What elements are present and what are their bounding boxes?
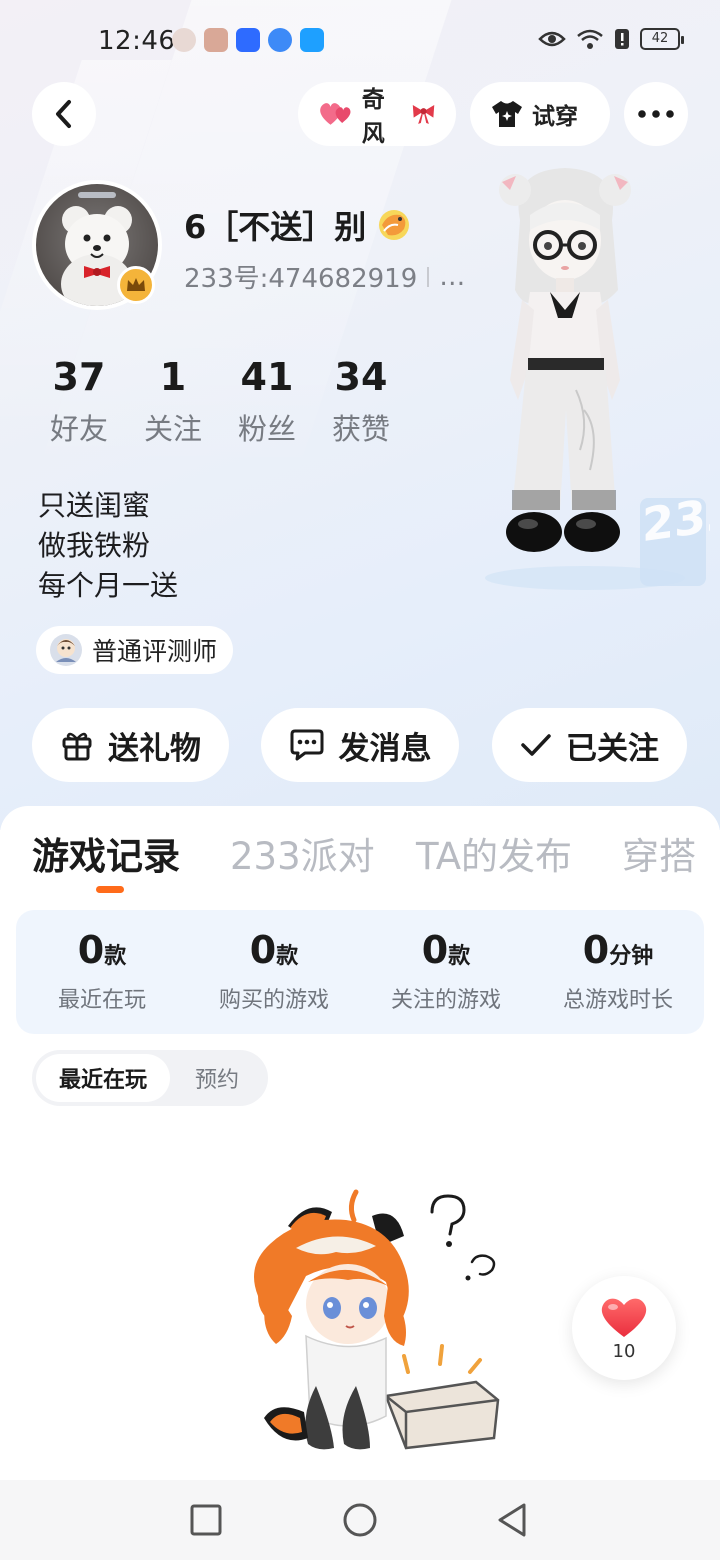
more-button[interactable] — [624, 82, 688, 146]
tshirt-icon — [492, 101, 522, 127]
stat-label: 关注 — [143, 412, 202, 446]
send-gift-button[interactable]: 送礼物 — [32, 708, 229, 782]
reviewer-badge[interactable]: 普通评测师 — [36, 626, 234, 674]
crown-badge — [117, 266, 155, 304]
like-count: 10 — [612, 1340, 636, 1362]
summary-followed[interactable]: 0款 关注的游戏 — [360, 910, 532, 1034]
profile-id-text: 233号:474682919 — [184, 264, 418, 294]
summary-recent[interactable]: 0款 最近在玩 — [16, 910, 188, 1034]
more-icon — [638, 110, 674, 118]
stat-label: 获赞 — [331, 412, 390, 446]
stat-number: 34 — [334, 355, 388, 399]
active-tab-indicator — [96, 886, 124, 893]
notification-icons — [172, 28, 324, 52]
profile-name-text: 6［不送］别 — [184, 208, 367, 246]
shrimp-icon — [379, 210, 410, 240]
stat-number: 37 — [52, 355, 106, 399]
home-icon[interactable] — [342, 1502, 378, 1538]
divider — [427, 266, 430, 287]
wifi-icon — [577, 29, 603, 49]
reviewer-badge-icon — [50, 634, 82, 666]
chat-icon — [290, 729, 323, 761]
profile-id-more: … — [439, 261, 466, 292]
summary-label: 关注的游戏 — [390, 988, 501, 1013]
heart-icon — [601, 1298, 647, 1337]
followed-button[interactable]: 已关注 — [492, 708, 687, 782]
try-on-label: 试穿 — [532, 104, 578, 130]
stat-fans[interactable]: 41 粉丝 — [220, 354, 314, 448]
summary-value: 0分钟 — [582, 928, 654, 972]
gift-icon — [62, 732, 92, 761]
bio-line: 做我铁粉 — [38, 529, 151, 562]
system-indicators: 42 — [538, 28, 684, 50]
like-button[interactable]: 10 — [572, 1276, 676, 1380]
empty-state-illustration — [254, 1189, 500, 1450]
alert-icon — [615, 29, 629, 49]
send-message-button[interactable]: 发消息 — [261, 708, 459, 782]
app-notification-icon — [236, 28, 260, 52]
subtab-recent[interactable]: 最近在玩 — [36, 1054, 170, 1102]
back-arrow-icon — [56, 100, 71, 128]
check-icon — [521, 734, 551, 756]
summary-label: 总游戏时长 — [562, 988, 673, 1013]
profile-name: 6［不送］别 — [184, 202, 414, 248]
brand-233-logo: 233 — [640, 485, 710, 586]
badge-label: 普通评测师 — [92, 637, 218, 666]
status-bar: 12:46 42 — [0, 0, 720, 80]
eye-icon — [538, 31, 566, 47]
summary-label: 购买的游戏 — [218, 988, 329, 1013]
summary-label: 最近在玩 — [57, 988, 146, 1013]
app-notification-icon — [300, 28, 324, 52]
back-nav-icon[interactable] — [496, 1502, 528, 1538]
stat-label: 好友 — [49, 412, 108, 446]
app-notification-icon — [268, 28, 292, 52]
tab-233-party[interactable]: 233派对 — [230, 826, 375, 880]
qifeng-label: 奇风 — [361, 87, 385, 147]
try-on-button[interactable]: 试穿 — [470, 82, 610, 146]
bio-line: 每个月一送 — [38, 569, 179, 602]
svg-text:233: 233 — [642, 485, 710, 552]
profile-id[interactable]: 233号:474682919 … — [184, 258, 465, 295]
followed-label: 已关注 — [566, 730, 659, 767]
tab-outfits[interactable]: 穿搭 — [622, 826, 696, 880]
stat-friends[interactable]: 37 好友 — [32, 354, 126, 448]
status-time: 12:46 — [98, 26, 176, 56]
avatar-3d-figure[interactable]: 233 — [480, 160, 710, 600]
content-tabs: 游戏记录 233派对 TA的发布 穿搭 — [0, 826, 720, 886]
stat-number: 1 — [159, 355, 187, 399]
system-nav-bar — [0, 1480, 720, 1560]
summary-value: 0款 — [421, 928, 471, 972]
stat-likes[interactable]: 34 获赞 — [314, 354, 408, 448]
send-gift-label: 送礼物 — [108, 730, 201, 767]
summary-value: 0款 — [249, 928, 299, 972]
app-notification-icon — [204, 28, 228, 52]
bio-line: 只送闺蜜 — [38, 489, 151, 522]
summary-playtime[interactable]: 0分钟 总游戏时长 — [532, 910, 704, 1034]
hearts-icon — [320, 103, 351, 125]
back-button[interactable] — [32, 82, 96, 146]
send-message-label: 发消息 — [338, 730, 432, 767]
app-notification-icon — [172, 28, 196, 52]
tab-game-records[interactable]: 游戏记录 — [32, 826, 180, 880]
qifeng-button[interactable]: 奇风 — [298, 82, 456, 147]
stat-number: 41 — [240, 355, 294, 399]
bow-icon — [412, 105, 435, 124]
stat-following[interactable]: 1 关注 — [126, 354, 220, 448]
summary-value: 0款 — [77, 928, 127, 972]
crown-icon — [127, 278, 145, 291]
battery-icon: 42 — [640, 28, 684, 50]
profile-bio: 只送闺蜜 做我铁粉 每个月一送 — [38, 486, 178, 606]
subtab-reserved[interactable]: 预约 — [170, 1054, 264, 1102]
game-summary: 0款 最近在玩 0款 购买的游戏 0款 关注的游戏 0分钟 总游戏时长 — [16, 910, 704, 1034]
stat-label: 粉丝 — [237, 412, 296, 446]
recents-icon[interactable] — [190, 1504, 222, 1536]
summary-purchased[interactable]: 0款 购买的游戏 — [188, 910, 360, 1034]
game-subtabs: 最近在玩 预约 — [32, 1050, 268, 1106]
tab-posts[interactable]: TA的发布 — [416, 826, 572, 880]
profile-stats: 37 好友 1 关注 41 粉丝 34 获赞 — [32, 354, 408, 448]
